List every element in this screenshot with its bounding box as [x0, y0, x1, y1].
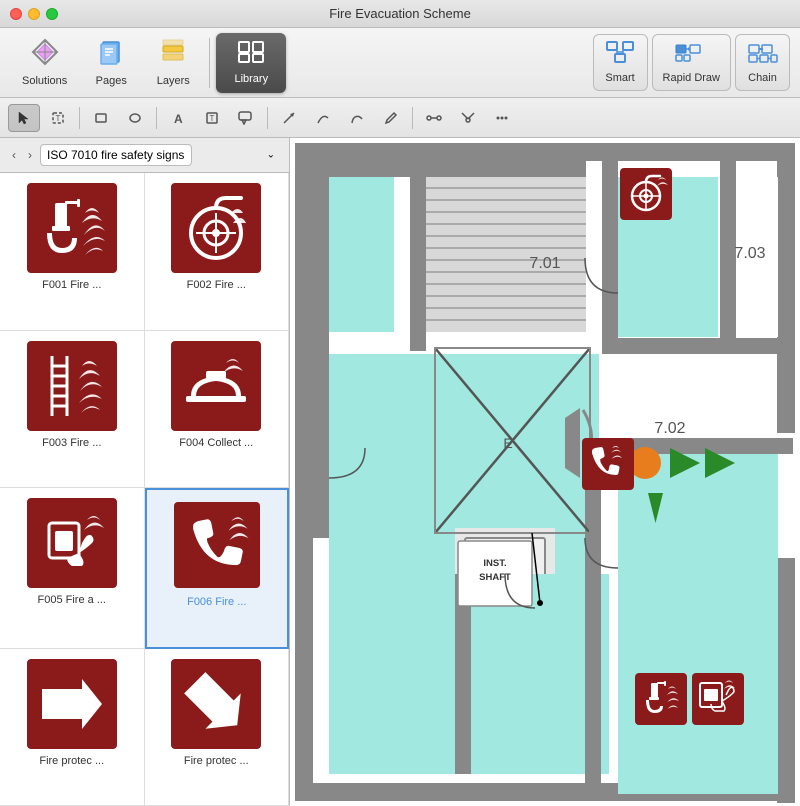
canvas-area[interactable]: E 7.01 7.02 7.03 INST. SHAFT [290, 138, 800, 806]
icon-label-f002: F002 Fire ... [187, 279, 246, 291]
icon-label-f005: F005 Fire a ... [38, 594, 106, 606]
icon-label-f001: F001 Fire ... [42, 279, 101, 291]
solutions-icon [31, 38, 59, 71]
solutions-button[interactable]: Solutions [10, 32, 79, 93]
chain-icon [748, 41, 778, 68]
list-item[interactable]: Fire protec ... [145, 649, 290, 806]
svg-text:T: T [210, 114, 215, 123]
fire-sign-f001 [27, 183, 117, 273]
tools-divider-1 [79, 107, 80, 129]
main-toolbar: Solutions Pages Layers [0, 28, 800, 98]
list-item[interactable]: Fire protec ... [0, 649, 145, 806]
titlebar: Fire Evacuation Scheme [0, 0, 800, 28]
floor-plan-svg: E 7.01 7.02 7.03 INST. SHAFT [290, 138, 800, 806]
svg-text:7.02: 7.02 [654, 420, 685, 437]
layers-label: Layers [157, 75, 190, 87]
callout-tool[interactable] [230, 104, 262, 132]
main-content: ‹ › ISO 7010 fire safety signs ⌄ [0, 138, 800, 806]
text-tool[interactable]: A [162, 104, 194, 132]
traffic-lights [10, 8, 58, 20]
tools-divider-2 [156, 107, 157, 129]
layers-button[interactable]: Layers [143, 32, 203, 93]
svg-text:A: A [174, 112, 183, 125]
list-item[interactable]: F001 Fire ... [0, 173, 145, 331]
maximize-button[interactable] [46, 8, 58, 20]
icon-label-fp2: Fire protec ... [184, 755, 249, 767]
smart-label: Smart [605, 72, 634, 84]
icon-label-f006: F006 Fire ... [187, 596, 246, 608]
library-select[interactable]: ISO 7010 fire safety signs [40, 144, 192, 166]
fire-sign-f003 [27, 341, 117, 431]
rapid-draw-icon [675, 41, 707, 68]
svg-text:7.03: 7.03 [734, 245, 765, 262]
chain-label: Chain [748, 72, 777, 84]
drawing-tools-bar: T A T [0, 98, 800, 138]
solutions-label: Solutions [22, 75, 67, 87]
list-item[interactable]: F006 Fire ... [145, 488, 290, 649]
line-tool[interactable] [307, 104, 339, 132]
toolbar-sep-1 [209, 38, 210, 88]
minimize-button[interactable] [28, 8, 40, 20]
library-button[interactable]: Library [216, 33, 286, 93]
tools-divider-4 [412, 107, 413, 129]
pages-label: Pages [96, 75, 127, 87]
list-item[interactable]: F002 Fire ... [145, 173, 290, 331]
svg-text:SHAFT: SHAFT [479, 572, 511, 583]
select-tool[interactable] [8, 104, 40, 132]
chevron-down-icon: ⌄ [267, 150, 275, 161]
ellipse-tool[interactable] [119, 104, 151, 132]
join-tool[interactable] [452, 104, 484, 132]
smart-icon [606, 41, 634, 68]
window-title: Fire Evacuation Scheme [329, 6, 471, 21]
fire-sign-f002 [171, 183, 261, 273]
pages-button[interactable]: Pages [81, 32, 141, 93]
svg-text:7.01: 7.01 [529, 255, 560, 272]
fire-sign-f006 [172, 500, 262, 590]
list-item[interactable]: F003 Fire ... [0, 331, 145, 489]
fire-sign-f005 [27, 498, 117, 588]
library-select-wrapper: ISO 7010 fire safety signs ⌄ [40, 144, 281, 166]
right-toolbar: Smart Rapid Draw [593, 34, 790, 91]
svg-text:INST.: INST. [483, 558, 506, 569]
library-selector: ‹ › ISO 7010 fire safety signs ⌄ [0, 138, 289, 173]
connect-tool[interactable] [418, 104, 450, 132]
pages-icon [97, 38, 125, 71]
text-select-tool[interactable]: T [42, 104, 74, 132]
arrow-tool[interactable] [273, 104, 305, 132]
icon-label-f004: F004 Collect ... [179, 437, 253, 449]
list-item[interactable]: F004 Collect ... [145, 331, 290, 489]
rect-tool[interactable] [85, 104, 117, 132]
nav-prev-button[interactable]: ‹ [8, 146, 20, 164]
svg-text:E: E [503, 435, 512, 451]
icons-grid: F001 Fire ... [0, 173, 289, 806]
icon-label-f003: F003 Fire ... [42, 437, 101, 449]
curve-tool[interactable] [341, 104, 373, 132]
fire-sign-f004 [171, 341, 261, 431]
layers-icon [159, 38, 187, 71]
svg-text:T: T [56, 114, 61, 123]
library-label: Library [234, 73, 268, 85]
close-button[interactable] [10, 8, 22, 20]
nav-next-button[interactable]: › [24, 146, 36, 164]
tools-divider-3 [267, 107, 268, 129]
pen-tool[interactable] [375, 104, 407, 132]
chain-button[interactable]: Chain [735, 34, 790, 91]
fire-sign-arrow-right [27, 659, 117, 749]
rapid-draw-label: Rapid Draw [663, 72, 720, 84]
smart-button[interactable]: Smart [593, 34, 648, 91]
rapid-draw-button[interactable]: Rapid Draw [652, 34, 731, 91]
list-item[interactable]: F005 Fire a ... [0, 488, 145, 649]
left-panel: ‹ › ISO 7010 fire safety signs ⌄ [0, 138, 290, 806]
library-icon [238, 41, 264, 69]
fire-sign-arrow-diag [171, 659, 261, 749]
icon-label-fp1: Fire protec ... [39, 755, 104, 767]
text-block-tool[interactable]: T [196, 104, 228, 132]
more-tool[interactable] [486, 104, 518, 132]
